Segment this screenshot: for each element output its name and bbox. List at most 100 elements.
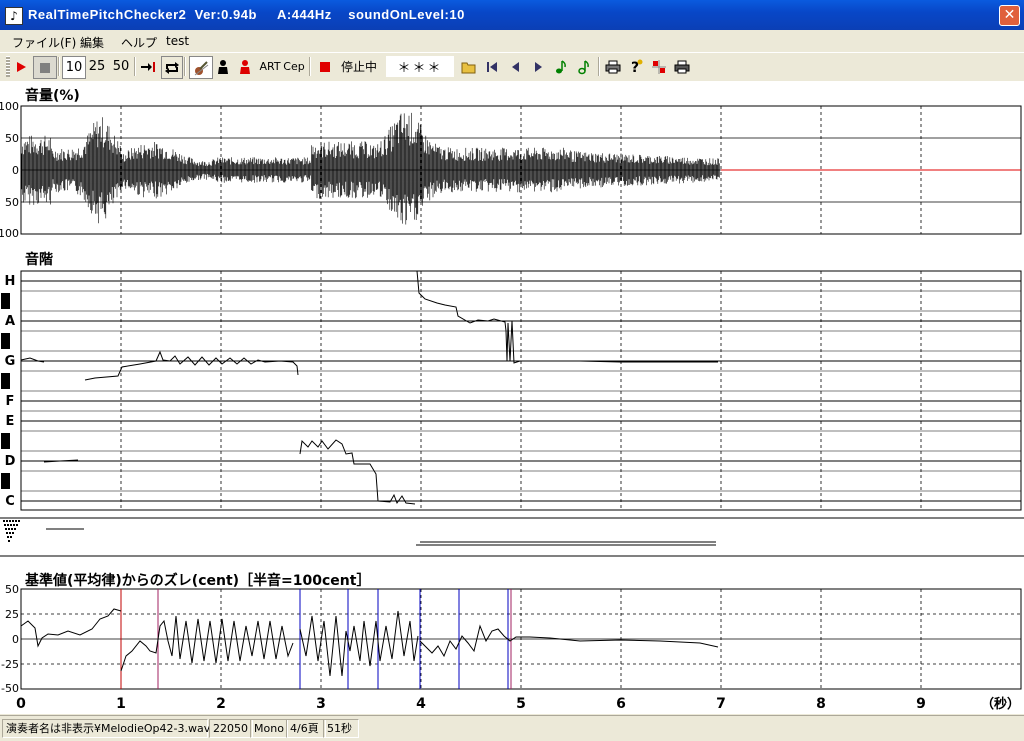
zoom-10-button[interactable]: 10 <box>62 56 86 79</box>
strip-dot <box>15 520 17 522</box>
next-button[interactable] <box>528 56 548 77</box>
close-button[interactable]: ✕ <box>999 5 1020 26</box>
deviation-tick-label: -50 <box>1 682 19 695</box>
strip-dot <box>10 536 12 538</box>
black-key <box>1 293 10 309</box>
strip-dots <box>3 520 20 542</box>
toolbar: 10 25 50 ART Cep 停止中 ＊＊＊ ? <box>0 52 1024 82</box>
volume-tick-label: 50 <box>5 132 19 145</box>
menu-test[interactable]: test <box>166 34 189 48</box>
time-axis: 0 1 2 3 4 5 6 7 8 9 （秒） <box>16 696 1020 712</box>
violin-icon <box>194 60 209 75</box>
deviation-panel[interactable]: 50 25 0 -25 -50 <box>1 583 1022 695</box>
time-tick-label: 5 <box>516 696 526 712</box>
menu-help[interactable]: ヘルプ <box>121 34 157 51</box>
strip-dot <box>8 540 10 542</box>
record-stop-button[interactable] <box>316 56 334 77</box>
play-button[interactable] <box>12 56 30 77</box>
violin-button[interactable] <box>189 56 213 79</box>
cep-button[interactable]: Cep <box>283 56 305 77</box>
volume-tick-label: 50 <box>5 196 19 209</box>
strip-dot <box>7 536 9 538</box>
deviation-tick-label: 0 <box>12 633 19 646</box>
prev-button[interactable] <box>505 56 525 77</box>
toolbar-separator <box>134 57 136 76</box>
open-folder-icon <box>461 62 476 73</box>
printer-button[interactable] <box>672 56 692 77</box>
note-alt-button[interactable] <box>574 56 594 77</box>
zoom-50-button[interactable]: 50 <box>110 56 132 77</box>
note-alt-icon <box>578 59 589 74</box>
red-person-button[interactable] <box>235 56 255 77</box>
menu-edit[interactable]: 編集 <box>80 34 104 51</box>
chart-area: 音量(%) 音階 基準値(平均律)からのズレ(cent)［半音=100cent］… <box>0 81 1024 714</box>
toolbar-separator <box>184 57 186 76</box>
time-tick-label: 3 <box>316 696 326 712</box>
time-tick-label: 0 <box>16 696 26 712</box>
volume-tick-label: 100 <box>0 227 19 240</box>
strip-dot <box>3 520 5 522</box>
note-label-c: C <box>5 494 15 509</box>
strip-dot <box>7 524 9 526</box>
art-button[interactable]: ART <box>258 56 282 77</box>
note-button[interactable] <box>551 56 571 77</box>
strip-dot <box>10 524 12 526</box>
strip-dot <box>6 520 8 522</box>
open-folder-button[interactable] <box>459 56 479 77</box>
menu-file[interactable]: ファイル(F) <box>12 34 76 51</box>
first-button[interactable] <box>482 56 502 77</box>
status-rate: 22050 <box>209 719 253 738</box>
toolbar-grip[interactable] <box>6 56 10 77</box>
jump-end-button[interactable] <box>138 56 158 77</box>
deviation-tick-label: 50 <box>5 583 19 596</box>
black-key <box>1 373 10 389</box>
help-button[interactable]: ? <box>626 56 646 77</box>
time-tick-label: 1 <box>116 696 126 712</box>
time-tick-label: 4 <box>416 696 426 712</box>
printer-icon <box>674 60 690 73</box>
black-key <box>1 473 10 489</box>
status-duration: 51秒 <box>323 719 359 738</box>
zoom-25-button[interactable]: 25 <box>86 56 108 77</box>
black-key <box>1 433 10 449</box>
strip-dot <box>9 520 11 522</box>
strip-dot <box>9 532 11 534</box>
toolbar-separator <box>598 57 600 76</box>
volume-tick-label: 100 <box>0 100 19 113</box>
status-file: 演奏者名は非表示¥MelodieOp42-3.wav <box>2 719 210 738</box>
strip-dot <box>4 524 6 526</box>
stop-icon <box>40 62 50 73</box>
toolbar-separator <box>309 57 311 76</box>
note-display: ＊＊＊ <box>386 56 454 77</box>
loop-button[interactable] <box>161 56 183 79</box>
scale-panel[interactable]: H A G F E D C <box>1 270 1022 511</box>
time-tick-label: 7 <box>716 696 726 712</box>
stop-button[interactable] <box>33 56 57 79</box>
time-tick-label: 2 <box>216 696 226 712</box>
plots-canvas: 100 50 0 50 100 H A G F E D C 50 25 0 -2… <box>0 100 1024 712</box>
person-button[interactable] <box>213 56 233 77</box>
toolbar-separator <box>58 57 60 76</box>
tuning-fork-icon[interactable]: ♪ <box>5 7 23 25</box>
strip-dot <box>16 524 18 526</box>
note-label-f: F <box>6 394 15 409</box>
volume-tick-label: 0 <box>12 164 19 177</box>
deviation-tick-label: -25 <box>1 658 19 671</box>
note-label-d: D <box>5 454 16 469</box>
window-title: RealTimePitchChecker2 Ver:0.94b A:444Hz … <box>28 7 465 22</box>
status-page: 4/6頁 <box>286 719 326 738</box>
red-person-icon <box>240 59 250 74</box>
strip-dot <box>12 520 14 522</box>
volume-panel[interactable]: 100 50 0 50 100 <box>0 100 1022 240</box>
grid-button[interactable] <box>649 56 669 77</box>
print-button[interactable] <box>603 56 623 77</box>
time-tick-label: 9 <box>916 696 926 712</box>
prev-icon <box>512 61 519 72</box>
strip-dot <box>12 532 14 534</box>
note-label-e: E <box>6 414 15 429</box>
menu-bar: ファイル(F) 編集 ヘルプ test <box>0 30 1024 52</box>
loop-icon <box>165 61 179 74</box>
help-icon: ? <box>631 59 643 75</box>
strip-dot <box>5 528 7 530</box>
person-icon <box>218 59 228 74</box>
